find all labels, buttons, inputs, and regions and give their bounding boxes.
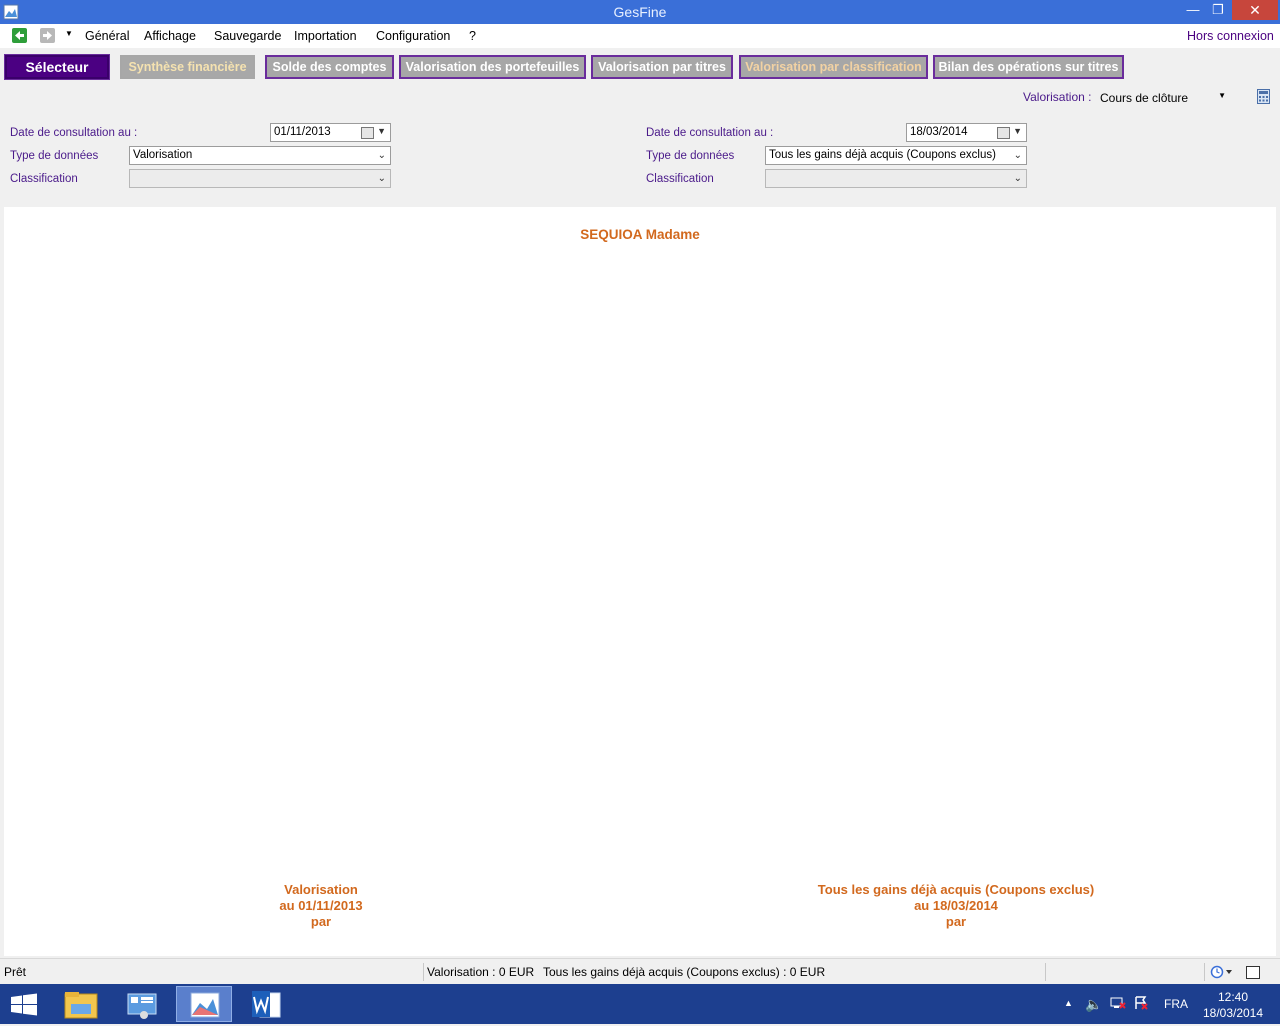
taskbar-file-explorer[interactable] bbox=[53, 986, 109, 1022]
right-caption: Tous les gains déjà acquis (Coupons excl… bbox=[756, 882, 1156, 930]
tab-valorisation-titres[interactable]: Valorisation par titres bbox=[591, 55, 733, 79]
calendar-icon bbox=[997, 127, 1010, 139]
back-button[interactable] bbox=[12, 28, 27, 43]
calendar-icon bbox=[361, 127, 374, 139]
menu-affichage[interactable]: Affichage bbox=[144, 29, 196, 43]
chevron-down-icon: ▼ bbox=[1013, 126, 1022, 136]
right-type-label: Type de données bbox=[646, 150, 735, 162]
left-classification-label: Classification bbox=[10, 173, 78, 185]
tab-valorisation-portefeuilles[interactable]: Valorisation des portefeuilles bbox=[399, 55, 586, 79]
control-panel-icon bbox=[127, 993, 157, 1019]
menu-sauvegarde[interactable]: Sauvegarde bbox=[214, 29, 281, 43]
menu-importation[interactable]: Importation bbox=[294, 29, 357, 43]
left-type-value: Valorisation bbox=[133, 149, 193, 161]
status-ready: Prêt bbox=[4, 965, 27, 979]
chevron-down-icon: ▼ bbox=[1218, 91, 1226, 100]
status-bar: Prêt Valorisation : 0 EUR Tous les gains… bbox=[0, 958, 1280, 985]
taskbar: ▲ 🔈 FRA 12:40 18/03/2014 bbox=[0, 984, 1280, 1024]
arrow-left-icon bbox=[15, 31, 24, 40]
status-clock-dropdown[interactable] bbox=[1210, 965, 1236, 979]
menu-configuration[interactable]: Configuration bbox=[376, 29, 450, 43]
right-caption-line-1: Tous les gains déjà acquis (Coupons excl… bbox=[817, 882, 1095, 897]
forward-button[interactable] bbox=[40, 28, 55, 43]
tab-selecteur[interactable]: Sélecteur bbox=[4, 54, 110, 80]
action-center-icon[interactable] bbox=[1134, 996, 1148, 1010]
left-type-select[interactable]: Valorisation ⌄ bbox=[129, 146, 391, 165]
calculator-button[interactable] bbox=[1257, 89, 1270, 104]
valorisation-label: Valorisation : bbox=[1023, 90, 1092, 104]
menu-help[interactable]: ? bbox=[469, 29, 476, 43]
left-date-picker[interactable]: 01/11/2013 ▼ bbox=[270, 123, 391, 142]
status-valorisation: Valorisation : 0 EUR bbox=[427, 965, 535, 979]
chevron-down-icon: ⌄ bbox=[377, 173, 386, 184]
taskbar-clock[interactable]: 12:40 18/03/2014 bbox=[1200, 989, 1266, 1021]
tray-overflow-icon[interactable]: ▲ bbox=[1064, 998, 1073, 1008]
right-type-select[interactable]: Tous les gains déjà acquis (Coupons excl… bbox=[765, 146, 1027, 165]
right-caption-line-2: au 18/03/2014 bbox=[914, 898, 998, 913]
tab-solde-des-comptes[interactable]: Solde des comptes bbox=[265, 55, 394, 79]
gesfine-app-icon bbox=[190, 992, 220, 1018]
menu-general[interactable]: Général bbox=[85, 29, 129, 43]
status-separator bbox=[1045, 963, 1046, 981]
chevron-down-icon: ⌄ bbox=[377, 150, 386, 161]
tab-bilan-operations[interactable]: Bilan des opérations sur titres bbox=[933, 55, 1124, 79]
right-date-picker[interactable]: 18/03/2014 ▼ bbox=[906, 123, 1027, 142]
taskbar-gesfine[interactable] bbox=[176, 986, 232, 1022]
taskbar-control-panel[interactable] bbox=[114, 986, 170, 1022]
right-caption-line-3: par bbox=[945, 914, 967, 929]
report-area: SEQUIOA Madame Valorisation au 01/11/201… bbox=[4, 207, 1276, 956]
history-dropdown-icon[interactable]: ▼ bbox=[65, 29, 73, 38]
arrow-right-icon bbox=[43, 31, 52, 40]
volume-icon[interactable]: 🔈 bbox=[1085, 996, 1102, 1013]
network-icon[interactable] bbox=[1110, 996, 1126, 1010]
report-title: SEQUIOA Madame bbox=[580, 227, 700, 242]
right-date-label: Date de consultation au : bbox=[646, 127, 774, 139]
windows-logo-icon bbox=[11, 993, 37, 1016]
clock-date: 18/03/2014 bbox=[1202, 1006, 1264, 1020]
minimize-icon: — bbox=[1186, 2, 1200, 17]
word-icon bbox=[252, 991, 281, 1018]
chevron-down-icon: ⌄ bbox=[1013, 150, 1022, 161]
hors-connexion-link[interactable]: Hors connexion bbox=[1187, 29, 1274, 43]
chevron-down-icon: ▼ bbox=[377, 126, 386, 136]
window-title: GesFine bbox=[613, 4, 667, 20]
left-caption: Valorisation au 01/11/2013 par bbox=[221, 882, 421, 930]
valorisation-value: Cours de clôture bbox=[1100, 91, 1189, 105]
status-gains: Tous les gains déjà acquis (Coupons excl… bbox=[543, 965, 826, 979]
tab-valorisation-classification[interactable]: Valorisation par classification bbox=[739, 55, 928, 79]
left-caption-line-2: au 01/11/2013 bbox=[279, 898, 363, 913]
left-classification-select[interactable]: ⌄ bbox=[129, 169, 391, 188]
clock-icon bbox=[1210, 965, 1232, 979]
status-panel-toggle[interactable] bbox=[1246, 966, 1260, 979]
restore-icon: ❐ bbox=[1212, 2, 1224, 17]
right-type-value: Tous les gains déjà acquis (Coupons excl… bbox=[769, 149, 996, 161]
close-icon: ✕ bbox=[1249, 2, 1261, 18]
left-caption-line-3: par bbox=[310, 914, 332, 929]
right-classification-label: Classification bbox=[646, 173, 714, 185]
folder-icon bbox=[64, 992, 98, 1019]
status-separator bbox=[423, 963, 424, 981]
start-button[interactable] bbox=[0, 986, 48, 1022]
menu-bar: ▼ Général Affichage Sauvegarde Importati… bbox=[0, 24, 1280, 48]
valorisation-select[interactable]: Cours de clôture ▼ bbox=[1096, 87, 1232, 107]
taskbar-word[interactable] bbox=[238, 986, 294, 1022]
calculator-icon bbox=[1257, 89, 1270, 104]
close-button[interactable]: ✕ bbox=[1232, 0, 1278, 20]
right-classification-select[interactable]: ⌄ bbox=[765, 169, 1027, 188]
restore-button[interactable]: ❐ bbox=[1203, 0, 1233, 20]
title-bar: GesFine — ❐ ✕ bbox=[0, 0, 1280, 24]
left-date-label: Date de consultation au : bbox=[10, 127, 138, 139]
clock-time: 12:40 bbox=[1217, 990, 1249, 1004]
tab-synthese-financiere[interactable]: Synthèse financière bbox=[120, 55, 255, 79]
language-indicator[interactable]: FRA bbox=[1164, 997, 1188, 1011]
left-type-label: Type de données bbox=[10, 150, 99, 162]
status-separator bbox=[1204, 963, 1205, 981]
right-date-value: 18/03/2014 bbox=[910, 126, 968, 138]
left-date-value: 01/11/2013 bbox=[274, 126, 331, 138]
left-caption-line-1: Valorisation bbox=[284, 882, 358, 897]
chevron-down-icon: ⌄ bbox=[1013, 173, 1022, 184]
